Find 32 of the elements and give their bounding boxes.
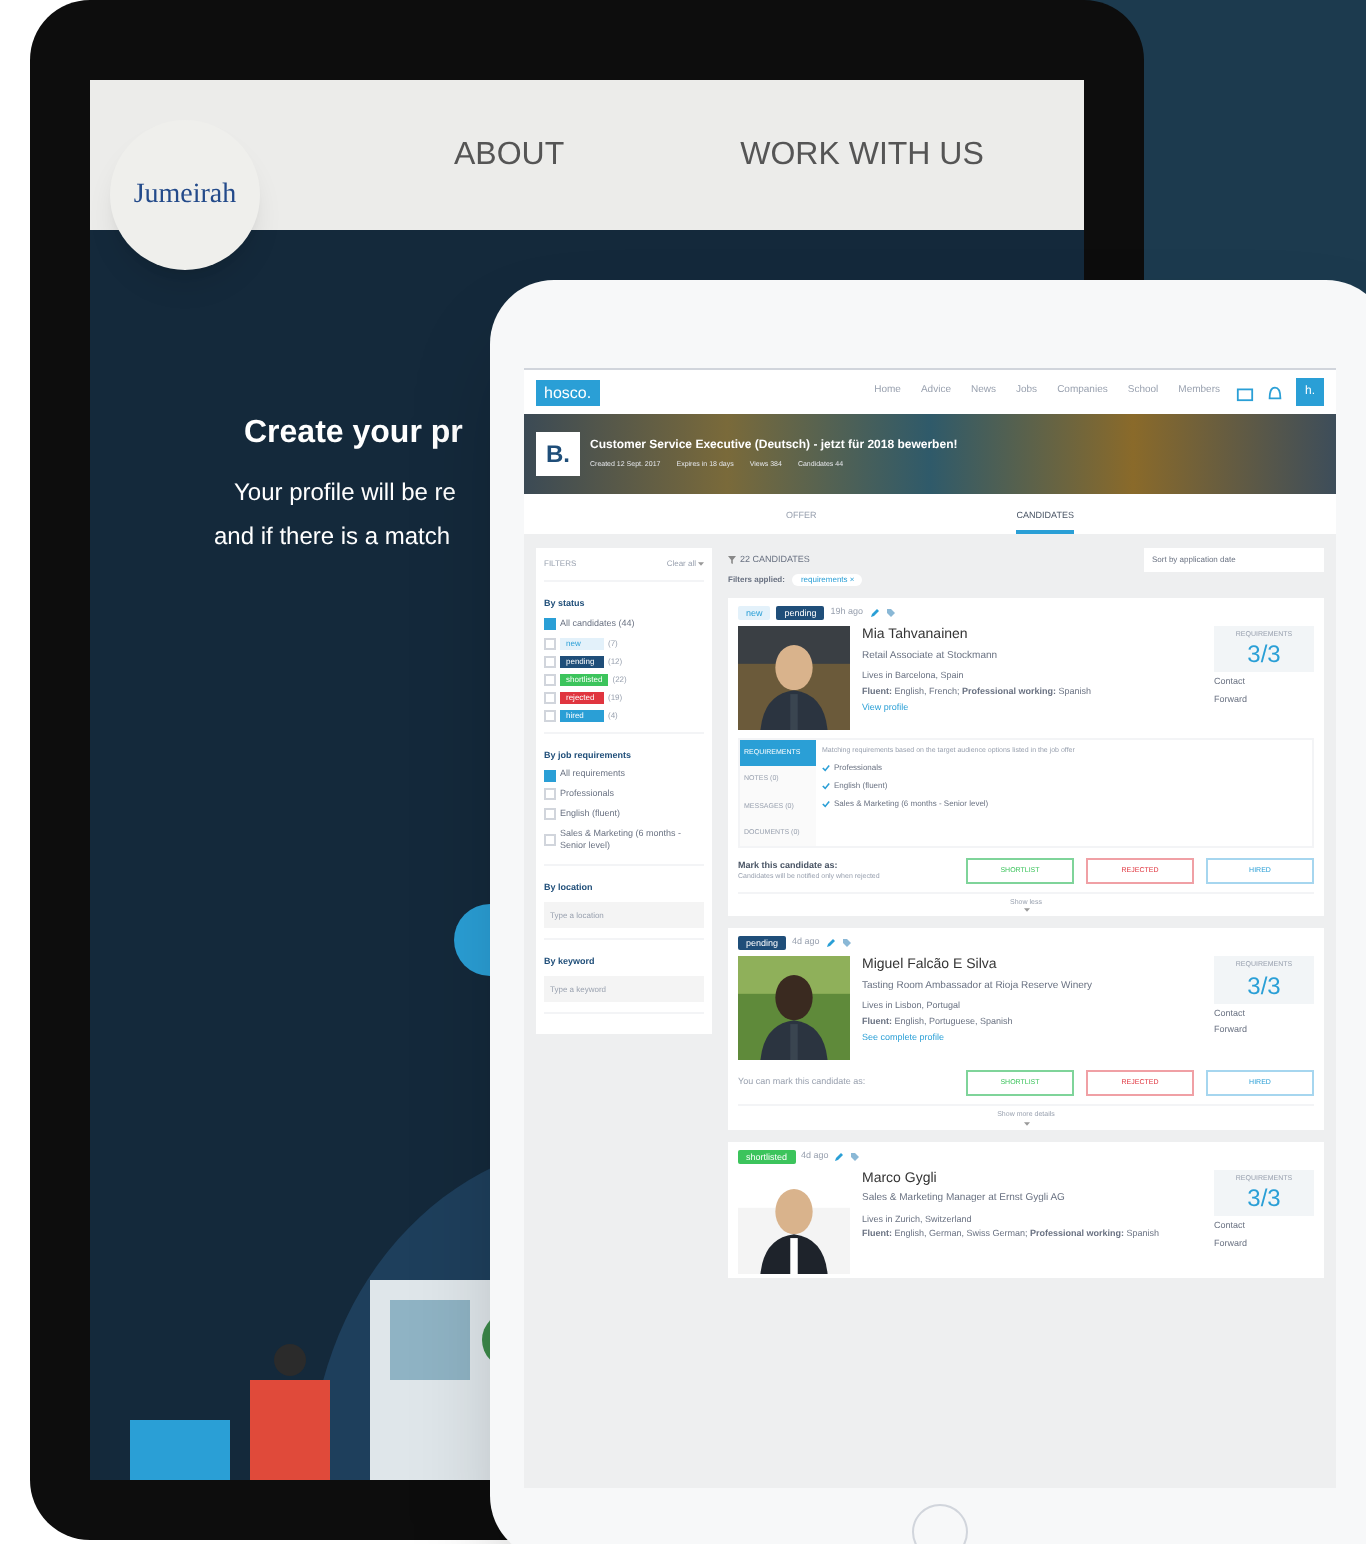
pencil-icon xyxy=(869,608,880,618)
tag-icon xyxy=(885,608,896,618)
nav-link[interactable]: ABOUT xyxy=(454,131,565,179)
site-logo[interactable]: hosco. xyxy=(536,379,600,405)
logo-text: Jumeirah xyxy=(133,178,237,214)
checkbox[interactable] xyxy=(544,834,556,847)
pencil-icon xyxy=(825,938,836,949)
company-logo: B. xyxy=(536,432,580,476)
requirements-score: 3/3 xyxy=(1247,1183,1281,1212)
inbox-icon[interactable] xyxy=(1236,383,1254,401)
checkbox[interactable] xyxy=(544,709,556,721)
checkbox[interactable] xyxy=(544,788,556,801)
checkbox[interactable] xyxy=(544,769,556,782)
checkbox[interactable] xyxy=(544,637,556,649)
checkbox[interactable] xyxy=(544,691,556,703)
bell-icon[interactable] xyxy=(1266,383,1284,401)
headline: Create your pr xyxy=(244,414,463,454)
checkbox[interactable] xyxy=(544,655,556,667)
tag-icon xyxy=(841,938,852,949)
pencil-icon xyxy=(834,1151,845,1161)
filter-icon xyxy=(728,556,736,564)
requirements-score: 3/3 xyxy=(1247,640,1281,669)
requirements-score: 3/3 xyxy=(1247,971,1281,999)
tag-icon xyxy=(850,1151,861,1161)
nav-link[interactable]: WORK WITH US xyxy=(740,131,984,179)
intro-text: and if there is a match xyxy=(214,520,451,554)
checkbox[interactable] xyxy=(544,808,556,821)
intro-text: Your profile will be re xyxy=(234,476,456,510)
checkbox[interactable] xyxy=(544,673,556,685)
checkbox[interactable] xyxy=(544,618,556,631)
caret-icon xyxy=(698,562,704,566)
chevron-icon xyxy=(1023,908,1029,913)
